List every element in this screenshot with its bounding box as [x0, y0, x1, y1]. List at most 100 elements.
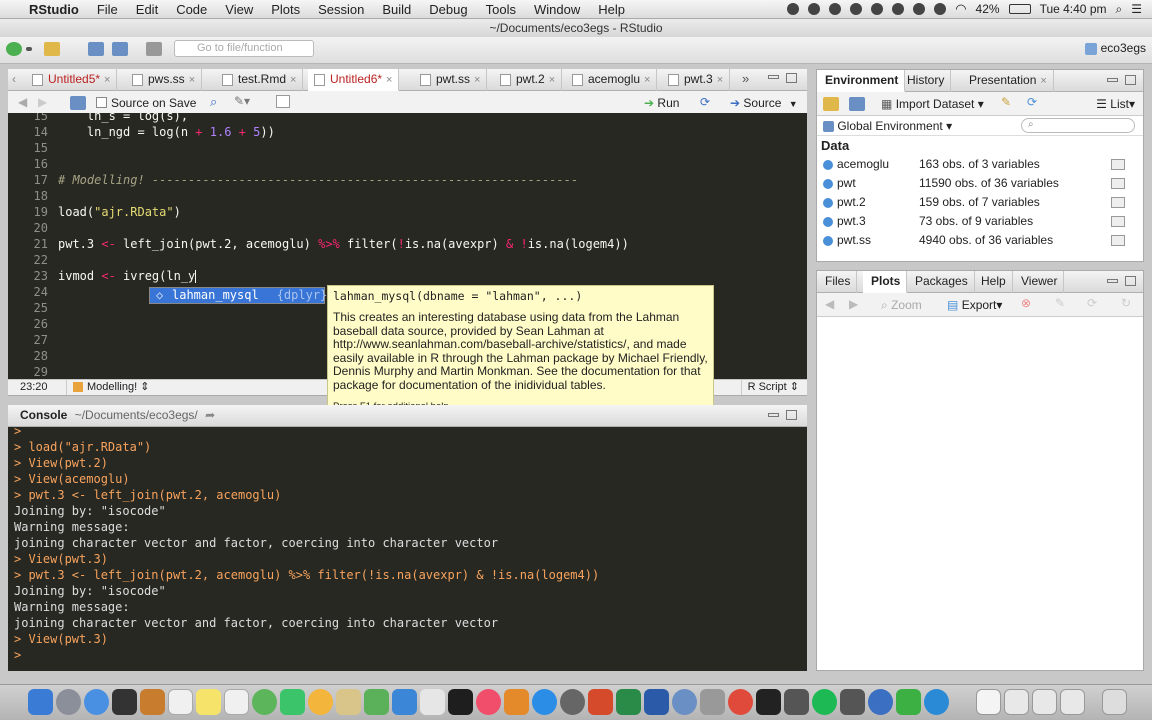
- view-grid-icon[interactable]: [1111, 216, 1125, 227]
- clock[interactable]: Tue 4:40 pm: [1040, 2, 1107, 16]
- run-button[interactable]: ➔ Run: [644, 96, 679, 110]
- menu-edit[interactable]: Edit: [127, 2, 167, 17]
- next-plot-icon[interactable]: ▶: [849, 297, 858, 311]
- env-row[interactable]: pwt.3 73 obs. of 9 variables: [817, 212, 1143, 231]
- maximize-pane-icon[interactable]: [786, 410, 797, 420]
- refresh-icon[interactable]: ⟳: [1087, 296, 1097, 310]
- close-icon[interactable]: ×: [290, 74, 296, 86]
- app-menu[interactable]: RStudio: [20, 2, 88, 17]
- remove-plot-icon[interactable]: ⊗: [1021, 296, 1031, 310]
- facetime-icon[interactable]: [280, 689, 305, 715]
- expand-icon[interactable]: [823, 179, 833, 189]
- goto-dir-icon[interactable]: ➦: [205, 408, 215, 422]
- maximize-pane-icon[interactable]: [1125, 276, 1136, 286]
- close-icon[interactable]: ×: [549, 74, 555, 86]
- autocomplete-item[interactable]: ◇ lahman_mysql {dplyr}: [150, 288, 327, 303]
- goto-file-input[interactable]: Go to file/function: [174, 40, 314, 57]
- close-icon[interactable]: ×: [189, 74, 195, 86]
- contacts-icon[interactable]: [140, 689, 165, 715]
- timemachine-icon[interactable]: [913, 3, 926, 15]
- console-path[interactable]: ~/Documents/eco3egs/: [75, 408, 198, 422]
- tab-files[interactable]: Files: [817, 271, 858, 293]
- folder-icon[interactable]: [1060, 689, 1085, 715]
- save-icon[interactable]: [70, 96, 86, 110]
- clock-icon[interactable]: [871, 3, 884, 15]
- app-store-icon[interactable]: [532, 689, 557, 715]
- menu-session[interactable]: Session: [309, 2, 373, 17]
- maximize-pane-icon[interactable]: [786, 73, 797, 83]
- quicktime-icon[interactable]: [924, 689, 949, 715]
- terminal-icon[interactable]: [756, 689, 781, 715]
- menu-window[interactable]: Window: [525, 2, 589, 17]
- activity-monitor-icon[interactable]: [448, 689, 473, 715]
- app-icon[interactable]: [700, 689, 725, 715]
- env-row[interactable]: pwt 11590 obs. of 36 variables: [817, 174, 1143, 193]
- record-icon[interactable]: [808, 3, 821, 15]
- app-icon[interactable]: [784, 689, 809, 715]
- dropbox-icon[interactable]: [829, 3, 842, 15]
- console-output[interactable]: > > load("ajr.RData") > View(pwt.2) > Vi…: [8, 427, 807, 671]
- safari-icon[interactable]: [84, 689, 109, 715]
- notification-center-icon[interactable]: ☰: [1131, 2, 1142, 16]
- evernote-icon[interactable]: [787, 3, 800, 15]
- wifi-icon[interactable]: ◠: [955, 1, 966, 17]
- messages-icon[interactable]: [252, 689, 277, 715]
- env-search-input[interactable]: ⌕: [1021, 118, 1135, 133]
- chevron-down-icon[interactable]: ▼: [789, 99, 798, 109]
- env-row[interactable]: acemoglu 163 obs. of 3 variables: [817, 155, 1143, 174]
- env-row[interactable]: pwt.ss 4940 obs. of 36 variables: [817, 231, 1143, 250]
- tab-pwt-ss[interactable]: pwt.ss ×: [414, 69, 488, 91]
- code-tools-icon[interactable]: ✎▾: [234, 94, 250, 108]
- chrome-icon[interactable]: [728, 689, 753, 715]
- keynote-icon[interactable]: [392, 689, 417, 715]
- tab-pwt-3[interactable]: pwt.3 ×: [662, 69, 731, 91]
- load-workspace-icon[interactable]: [823, 97, 839, 111]
- excel-icon[interactable]: [616, 689, 641, 715]
- expand-icon[interactable]: [823, 198, 833, 208]
- notes-icon[interactable]: [196, 689, 221, 715]
- tab-test-rmd[interactable]: test.Rmd ×: [216, 69, 304, 91]
- minimize-pane-icon[interactable]: [1107, 279, 1118, 283]
- r-app-icon[interactable]: [672, 689, 697, 715]
- bluetooth-icon[interactable]: [934, 3, 947, 15]
- pages-icon[interactable]: [336, 689, 361, 715]
- forward-icon[interactable]: ▶: [38, 95, 47, 109]
- minimize-pane-icon[interactable]: [768, 413, 779, 417]
- itunes-icon[interactable]: [476, 689, 501, 715]
- project-menu[interactable]: eco3egs: [1085, 41, 1146, 55]
- publish-icon[interactable]: ↻: [1121, 296, 1131, 310]
- powerpoint-icon[interactable]: [588, 689, 613, 715]
- clear-workspace-icon[interactable]: ✎: [1001, 95, 1011, 109]
- clear-plots-icon[interactable]: ✎: [1055, 296, 1065, 310]
- save-icon[interactable]: [88, 42, 104, 56]
- menu-code[interactable]: Code: [167, 2, 216, 17]
- view-grid-icon[interactable]: [1111, 235, 1125, 246]
- close-icon[interactable]: ×: [1040, 75, 1046, 87]
- sync-icon[interactable]: [850, 3, 863, 15]
- save-all-icon[interactable]: [112, 42, 128, 56]
- section-navigator[interactable]: Modelling! ⇕: [66, 380, 149, 395]
- export-button[interactable]: ▤ Export▾: [947, 298, 1002, 312]
- tab-untitled6[interactable]: Untitled6* ×: [308, 69, 400, 91]
- preview-icon[interactable]: [420, 689, 445, 715]
- view-grid-icon[interactable]: [1111, 178, 1125, 189]
- close-icon[interactable]: ×: [717, 74, 723, 86]
- expand-icon[interactable]: [823, 217, 833, 227]
- menu-build[interactable]: Build: [373, 2, 420, 17]
- menu-view[interactable]: View: [216, 2, 262, 17]
- trash-icon[interactable]: [1102, 689, 1127, 715]
- menu-file[interactable]: File: [88, 2, 127, 17]
- close-icon[interactable]: ×: [644, 74, 650, 86]
- tab-plots[interactable]: Plots: [863, 271, 908, 293]
- calendar-icon[interactable]: [168, 689, 193, 715]
- expand-icon[interactable]: [823, 236, 833, 246]
- view-grid-icon[interactable]: [1111, 197, 1125, 208]
- menu-plots[interactable]: Plots: [262, 2, 309, 17]
- document-icon[interactable]: [1004, 689, 1029, 715]
- console-prompt[interactable]: >: [14, 647, 801, 663]
- app-icon[interactable]: [840, 689, 865, 715]
- filetype-selector[interactable]: R Script ⇕: [740, 380, 799, 395]
- terminal-icon[interactable]: [112, 689, 137, 715]
- document-icon[interactable]: [976, 689, 1001, 715]
- system-preferences-icon[interactable]: [560, 689, 585, 715]
